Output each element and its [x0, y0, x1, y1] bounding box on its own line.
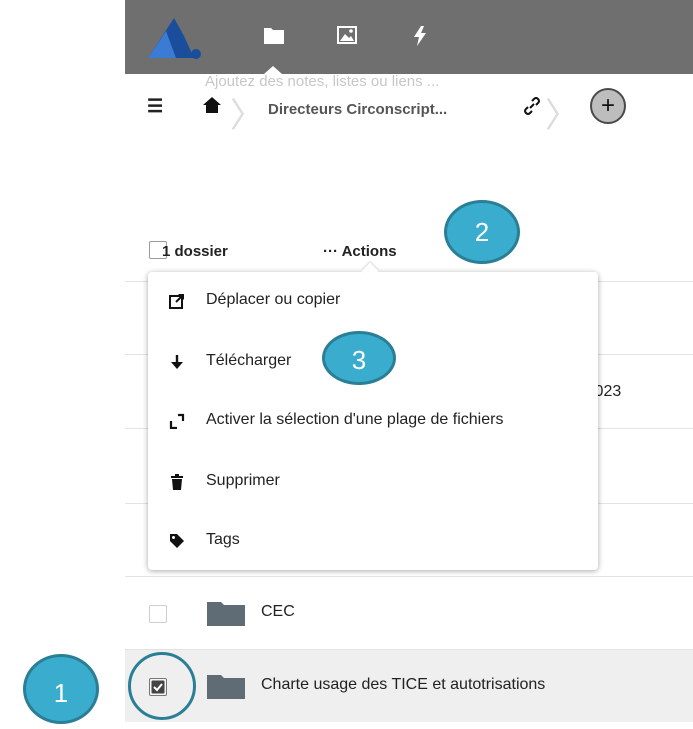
folder-icon	[207, 675, 245, 699]
menu-toggle-icon[interactable]: ☰	[147, 96, 163, 117]
image-icon[interactable]	[337, 26, 357, 44]
app-logo[interactable]	[146, 16, 202, 60]
lightning-icon[interactable]	[413, 26, 427, 46]
range-select-icon	[169, 413, 185, 429]
file-name[interactable]: Charte usage des TICE et autotrisations	[261, 676, 545, 694]
home-icon[interactable]	[203, 97, 221, 113]
breadcrumb-separator: 〉	[230, 97, 264, 135]
download-icon	[171, 355, 183, 369]
menu-item-label: Supprimer	[206, 472, 280, 489]
breadcrumb-separator: 〉	[545, 97, 579, 135]
actions-button[interactable]: ··· Actions	[323, 243, 397, 260]
menu-item-delete[interactable]: Supprimer	[148, 455, 598, 511]
file-list-header: 1 dossier ··· Actions	[125, 235, 693, 265]
file-name[interactable]: CEC	[261, 603, 295, 621]
top-navigation-bar	[125, 0, 693, 74]
step-badge-3: 3	[322, 331, 396, 385]
selection-count: 1 dossier	[162, 243, 228, 260]
menu-item-label: Télécharger	[206, 352, 292, 369]
tag-icon	[170, 534, 184, 548]
menu-item-label: Déplacer ou copier	[206, 291, 341, 308]
menu-item-label: Activer la sélection d'une plage de fich…	[206, 411, 504, 428]
menu-item-move-copy[interactable]: Déplacer ou copier	[148, 274, 598, 330]
step-badge-1: 1	[23, 654, 99, 724]
folder-icon	[207, 602, 245, 626]
row-checkbox[interactable]	[149, 605, 167, 623]
trash-icon	[171, 474, 183, 490]
highlight-ring	[128, 652, 196, 720]
table-row[interactable]: CEC	[125, 577, 693, 649]
breadcrumb: ☰ 〉 Directeurs Circonscript... 〉 +	[125, 84, 693, 135]
breadcrumb-current-folder[interactable]: Directeurs Circonscript...	[268, 101, 447, 118]
table-row-selected[interactable]: Charte usage des TICE et autotrisations	[125, 650, 693, 722]
move-icon	[169, 294, 184, 309]
add-new-button[interactable]: +	[590, 88, 626, 124]
actions-dropdown-menu: Déplacer ou copier Télécharger Activer l…	[148, 262, 598, 570]
menu-item-tags[interactable]: Tags	[148, 514, 598, 570]
link-icon[interactable]	[523, 97, 541, 115]
step-badge-2: 2	[444, 200, 520, 264]
menu-item-label: Tags	[206, 531, 240, 548]
folder-icon[interactable]	[264, 26, 284, 44]
menu-item-range-select[interactable]: Activer la sélection d'une plage de fich…	[148, 394, 598, 450]
